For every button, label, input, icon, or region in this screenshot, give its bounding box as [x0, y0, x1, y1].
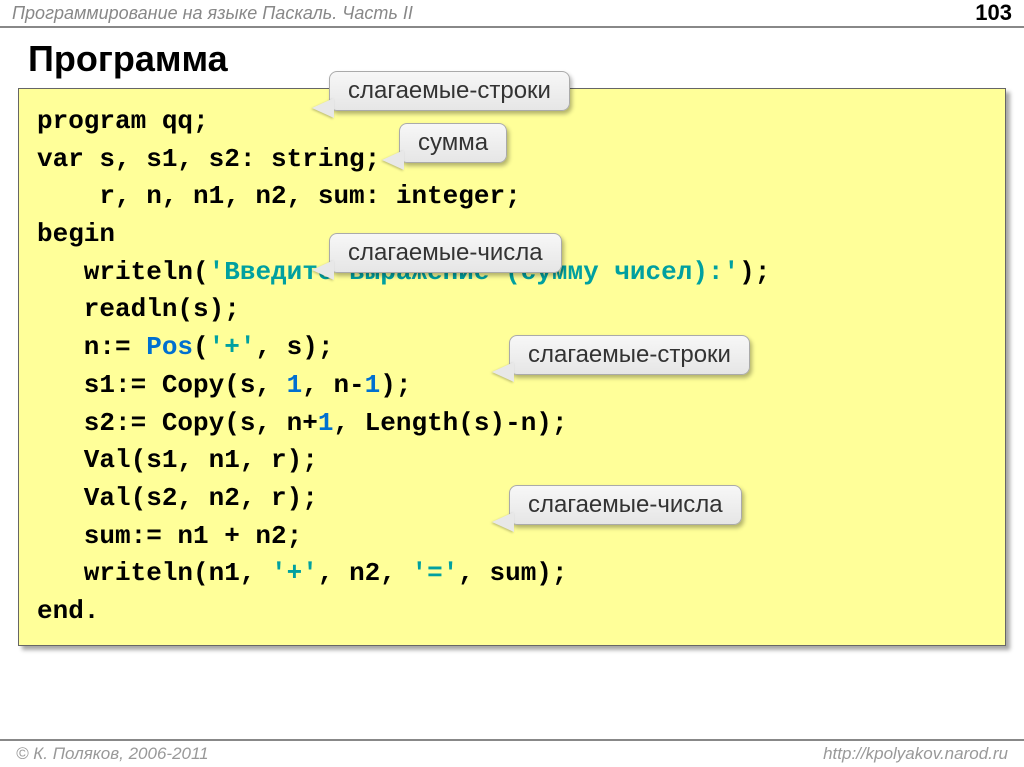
callout-term-strings-1: слагаемые-строки — [329, 71, 570, 111]
callout-tail-icon — [492, 362, 514, 382]
callout-tail-icon — [492, 512, 514, 532]
code-line: s2:= Copy(s, n+1, Length(s)-n); — [37, 405, 987, 443]
code-line: writeln(n1, '+', n2, '=', sum); — [37, 555, 987, 593]
callout-term-numbers-2: слагаемые-числа — [509, 485, 742, 525]
callout-label: слагаемые-строки — [348, 77, 551, 104]
page-number: 103 — [975, 0, 1012, 26]
footer-url: http://kpolyakov.narod.ru — [823, 744, 1008, 764]
callout-term-numbers-1: слагаемые-числа — [329, 233, 562, 273]
code-block: program qq; var s, s1, s2: string; r, n,… — [18, 88, 1006, 646]
callout-tail-icon — [382, 150, 404, 170]
code-line: Val(s1, n1, r); — [37, 442, 987, 480]
callout-sum: сумма — [399, 123, 507, 163]
code-line: end. — [37, 593, 987, 631]
callout-label: слагаемые-числа — [528, 491, 723, 518]
code-line: readln(s); — [37, 291, 987, 329]
code-line: var s, s1, s2: string; — [37, 141, 987, 179]
callout-term-strings-2: слагаемые-строки — [509, 335, 750, 375]
page-footer: © К. Поляков, 2006-2011 http://kpolyakov… — [0, 739, 1024, 767]
callout-label: сумма — [418, 129, 488, 156]
page-header: Программирование на языке Паскаль. Часть… — [0, 0, 1024, 28]
course-title: Программирование на языке Паскаль. Часть… — [12, 3, 413, 24]
callout-tail-icon — [312, 260, 334, 280]
copyright: © К. Поляков, 2006-2011 — [16, 744, 209, 764]
code-line: r, n, n1, n2, sum: integer; — [37, 178, 987, 216]
callout-tail-icon — [312, 98, 334, 118]
callout-label: слагаемые-строки — [528, 341, 731, 368]
callout-label: слагаемые-числа — [348, 239, 543, 266]
